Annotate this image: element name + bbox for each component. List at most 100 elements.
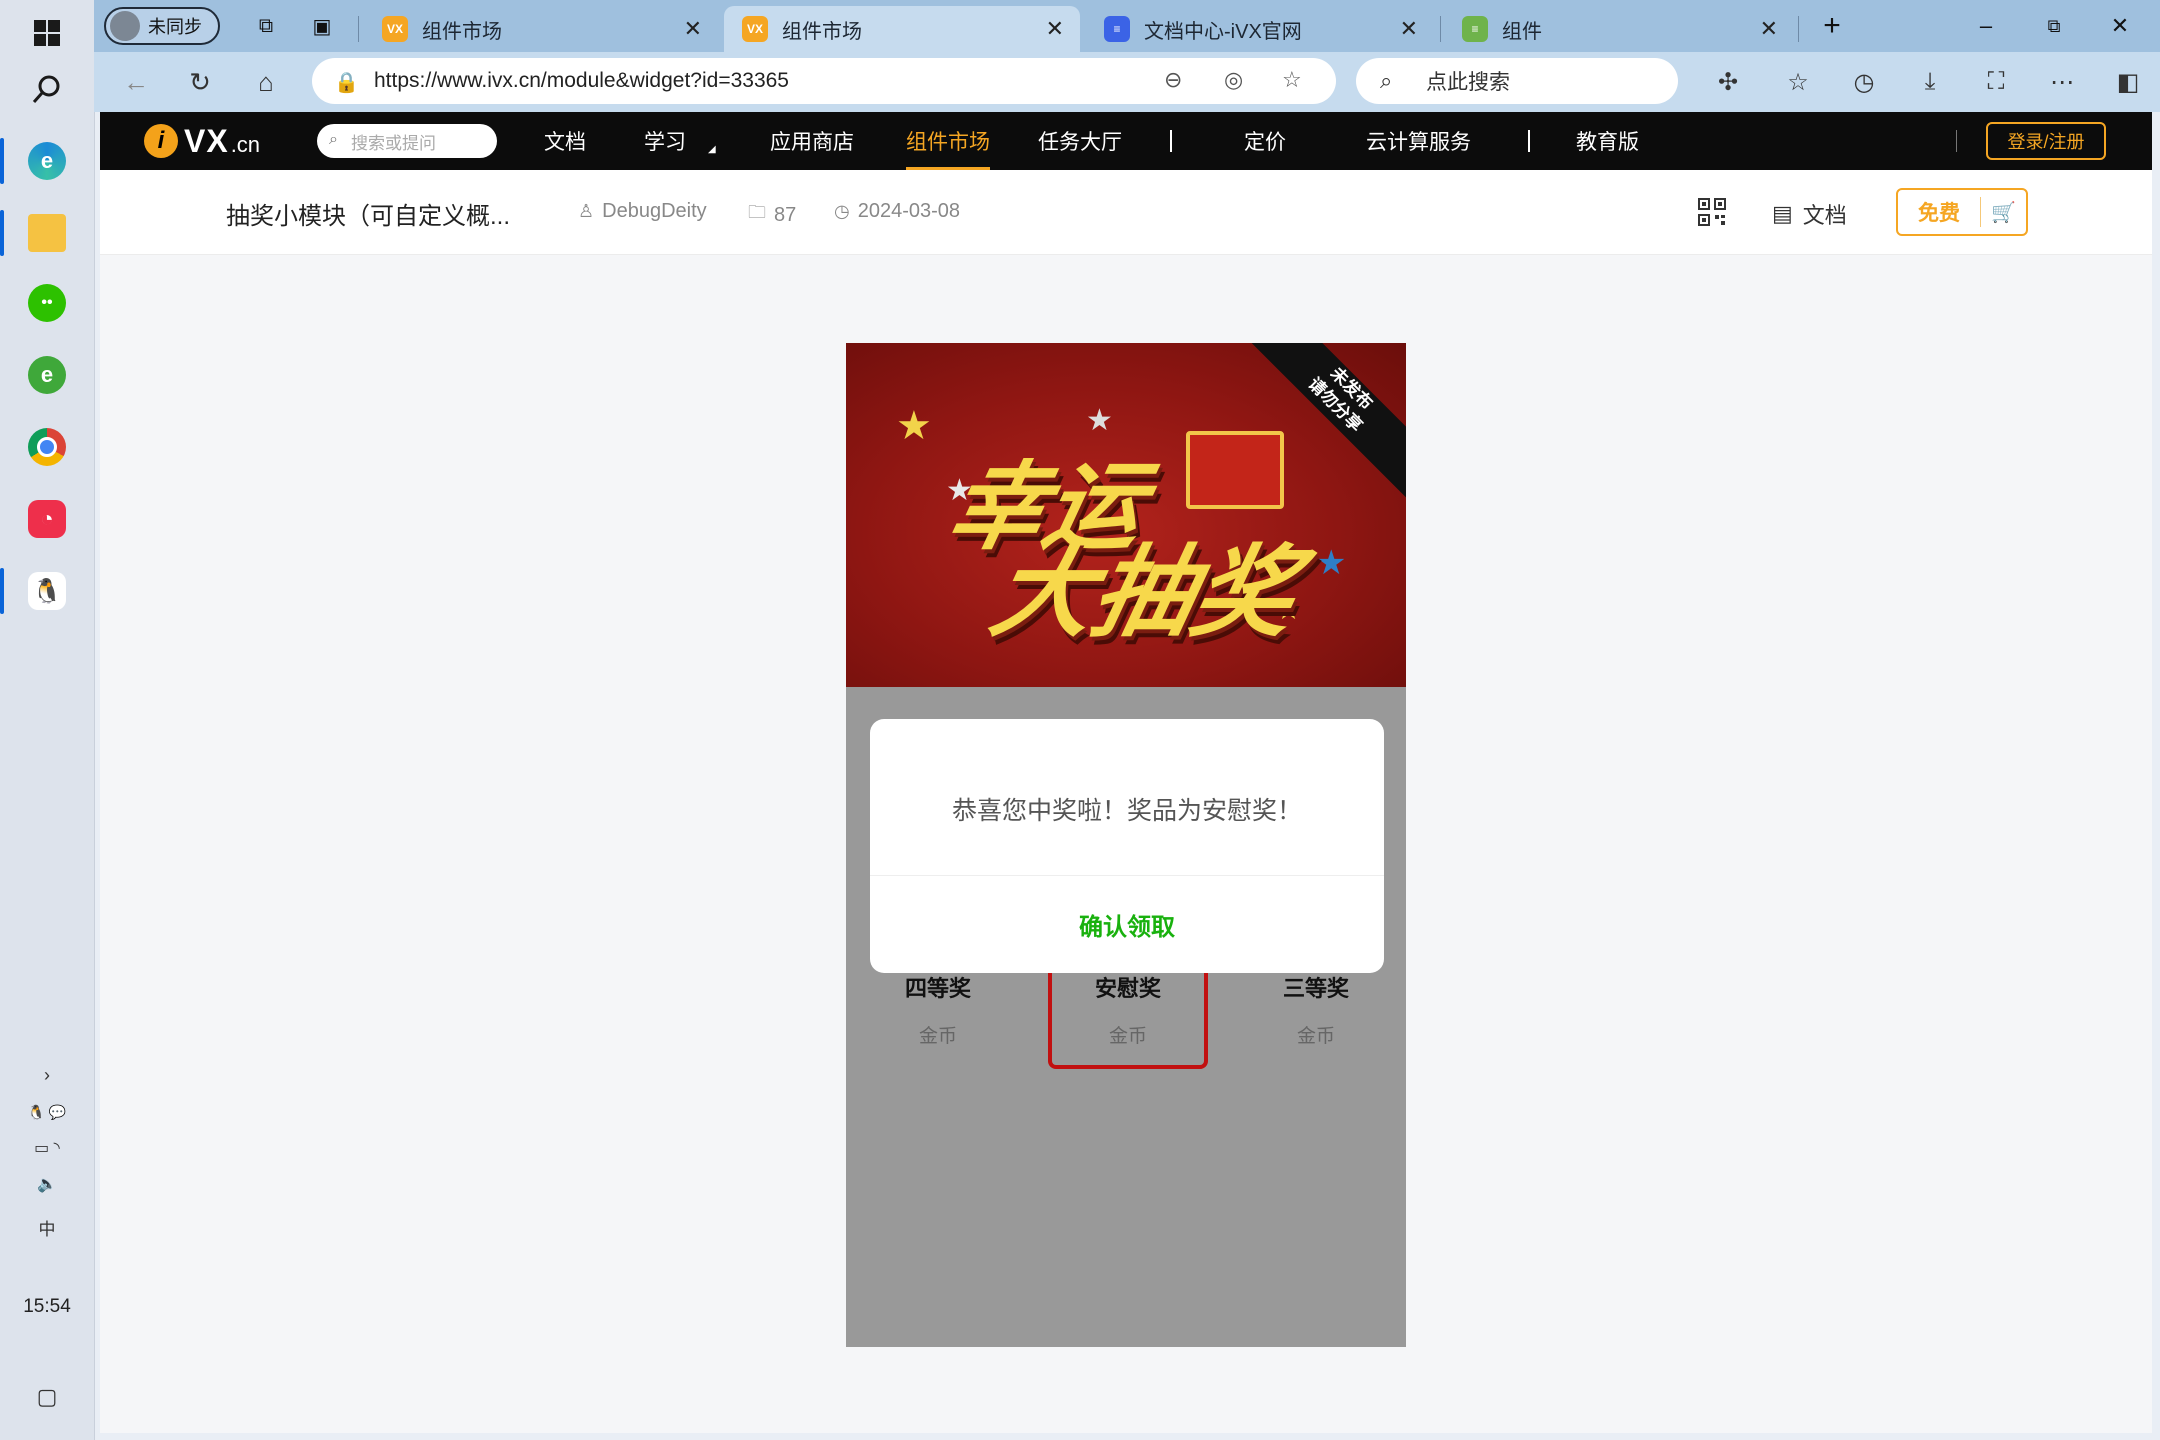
- prize-cell-third[interactable]: 三等奖 金币: [1236, 971, 1396, 1061]
- nav-task-hall[interactable]: 任务大厅: [1038, 112, 1122, 170]
- favorite-star-icon[interactable]: ☆: [1282, 67, 1302, 93]
- component-favicon-icon: ≡: [1462, 16, 1488, 42]
- browser-search-box[interactable]: ⌕ 点此搜索: [1356, 58, 1678, 104]
- restore-button[interactable]: ⧉: [2022, 6, 2086, 46]
- home-button[interactable]: ⌂: [244, 60, 288, 104]
- windows-taskbar: e •• e ◔ 🐧 › 🐧 💬 ▭ ◝ 🔈 中 15:54 ▢: [0, 0, 95, 1440]
- tab-strip: 未同步 ⧉ ▣ VX 组件市场 ✕ VX 组件市场 ✕ ≡ 文档中心-iVX官网…: [94, 0, 2160, 52]
- close-icon[interactable]: ✕: [1400, 16, 1418, 42]
- read-aloud-icon[interactable]: ◎: [1224, 67, 1243, 93]
- site-search-input[interactable]: ⌕ 搜索或提问: [317, 124, 497, 158]
- count-meta: 🗀 87: [748, 200, 796, 230]
- ie-icon: e: [28, 356, 66, 394]
- prize-cell-fourth[interactable]: 四等奖 金币: [858, 971, 1018, 1061]
- workspaces-icon[interactable]: ⧉: [234, 6, 298, 46]
- tab-4[interactable]: ≡ 组件 ✕: [1444, 6, 1794, 52]
- taskbar-wechat[interactable]: ••: [0, 270, 94, 336]
- qr-code-icon[interactable]: [1698, 198, 1726, 226]
- screenshot-icon[interactable]: ⛶: [1978, 64, 2014, 100]
- download-icon[interactable]: ⤓: [1912, 64, 1948, 100]
- document-favicon-icon: ≡: [1104, 16, 1130, 42]
- tab-actions-icon[interactable]: ▣: [290, 6, 354, 46]
- address-bar[interactable]: 🔒 https://www.ivx.cn/module&widget?id=33…: [312, 58, 1336, 104]
- author-meta[interactable]: ♙ DebugDeity: [578, 200, 707, 223]
- tab-title: 组件市场: [782, 20, 862, 43]
- clock[interactable]: 15:54: [0, 1296, 94, 1318]
- tab-2-active[interactable]: VX 组件市场 ✕: [724, 6, 1080, 52]
- prize-name: 三等奖: [1282, 976, 1349, 1001]
- cart-icon[interactable]: 🛒: [1981, 200, 2026, 225]
- close-icon[interactable]: ✕: [1760, 16, 1778, 42]
- search-button[interactable]: [0, 56, 94, 122]
- usage-count: 87: [774, 203, 797, 226]
- logo-text: VX: [184, 122, 229, 159]
- document-icon: ▤: [1772, 201, 1793, 226]
- nav-docs[interactable]: 文档: [544, 112, 586, 170]
- refresh-button[interactable]: ↻: [178, 60, 222, 104]
- edge-icon: e: [28, 142, 66, 180]
- taskbar-file-explorer[interactable]: [0, 200, 94, 266]
- close-window-button[interactable]: ✕: [2088, 6, 2152, 46]
- tab-1[interactable]: VX 组件市场 ✕: [364, 6, 718, 52]
- back-button[interactable]: ←: [114, 60, 158, 104]
- ivx-favicon-icon: VX: [382, 16, 408, 42]
- taskbar-ie[interactable]: e: [0, 342, 94, 408]
- banner-line2: 大抽奖: [982, 537, 1306, 649]
- nav-cloud[interactable]: 云计算服务: [1366, 112, 1471, 170]
- taskbar-edge[interactable]: e: [0, 128, 94, 194]
- ime-indicator[interactable]: 中: [0, 1212, 94, 1242]
- new-tab-button[interactable]: +: [1800, 6, 1864, 46]
- music-app-icon: ◔: [28, 500, 66, 538]
- prize-dialog: 恭喜您中奖啦！奖品为安慰奖！ 确认领取: [870, 719, 1384, 973]
- logo-domain: .cn: [230, 132, 261, 157]
- prize-reward: 金币: [1296, 1026, 1335, 1047]
- taskbar-app-red[interactable]: ◔: [0, 486, 94, 552]
- docs-link[interactable]: ▤ 文档: [1772, 198, 1847, 230]
- nav-education[interactable]: 教育版: [1576, 112, 1639, 170]
- history-icon[interactable]: ◷: [1846, 64, 1882, 100]
- close-icon[interactable]: ✕: [1046, 16, 1064, 42]
- tray-apps-icon[interactable]: 🐧 💬: [0, 1098, 94, 1126]
- dialog-message: 恭喜您中奖啦！奖品为安慰奖！: [951, 797, 1302, 825]
- ivx-favicon-icon: VX: [742, 16, 768, 42]
- prize-reward: 金币: [918, 1026, 957, 1047]
- sidebar-toggle-icon[interactable]: ◧: [2110, 64, 2146, 100]
- nav-pricing[interactable]: 定价: [1244, 112, 1286, 170]
- extensions-icon[interactable]: ✣: [1710, 64, 1746, 100]
- search-icon: [32, 75, 60, 103]
- tray-expand-icon[interactable]: ›: [0, 1060, 94, 1090]
- caret-down-icon: ◢: [708, 143, 716, 155]
- search-icon: ⌕: [1380, 68, 1393, 93]
- close-icon[interactable]: ✕: [684, 16, 702, 42]
- taskbar-qq[interactable]: 🐧: [0, 558, 94, 624]
- browser-chrome: 未同步 ⧉ ▣ VX 组件市场 ✕ VX 组件市场 ✕ ≡ 文档中心-iVX官网…: [94, 0, 2160, 112]
- ivx-logo[interactable]: i VX .cn: [144, 122, 260, 160]
- minimize-button[interactable]: –: [1954, 6, 2018, 46]
- ivx-logo-icon: i: [144, 124, 178, 158]
- search-placeholder: 点此搜索: [1426, 71, 1510, 94]
- site-navbar: i VX .cn ⌕ 搜索或提问 文档 学习 ◢ 应用商店 组件市场 任务大厅 …: [100, 112, 2152, 170]
- tab-title: 文档中心-iVX官网: [1144, 20, 1302, 43]
- zoom-icon[interactable]: ⊖: [1164, 67, 1182, 93]
- taskbar-chrome[interactable]: [0, 414, 94, 480]
- tab-title: 组件市场: [422, 20, 502, 43]
- tab-3[interactable]: ≡ 文档中心-iVX官网 ✕: [1086, 6, 1434, 52]
- nav-app-store[interactable]: 应用商店: [770, 112, 854, 170]
- date-meta: ◷ 2024-03-08: [834, 200, 960, 223]
- nav-learn[interactable]: 学习 ◢: [644, 112, 716, 170]
- free-cart-button[interactable]: 免费 🛒: [1896, 188, 2028, 236]
- nav-component-market[interactable]: 组件市场: [906, 112, 990, 170]
- search-icon: ⌕: [329, 131, 338, 148]
- battery-wifi-icon[interactable]: ▭ ◝: [0, 1134, 94, 1162]
- confirm-claim-button[interactable]: 确认领取: [870, 875, 1384, 973]
- favorites-icon[interactable]: ☆: [1780, 64, 1816, 100]
- notification-icon[interactable]: ▢: [0, 1382, 94, 1412]
- volume-icon[interactable]: 🔈: [0, 1170, 94, 1198]
- more-icon[interactable]: ⋯: [2044, 64, 2080, 100]
- profile-button[interactable]: 未同步: [104, 7, 220, 45]
- wechat-icon: ••: [28, 284, 66, 322]
- user-icon: ♙: [578, 201, 595, 221]
- free-label[interactable]: 免费: [1898, 197, 1981, 227]
- login-register-button[interactable]: 登录/注册: [1986, 122, 2106, 160]
- chrome-icon: [28, 428, 66, 466]
